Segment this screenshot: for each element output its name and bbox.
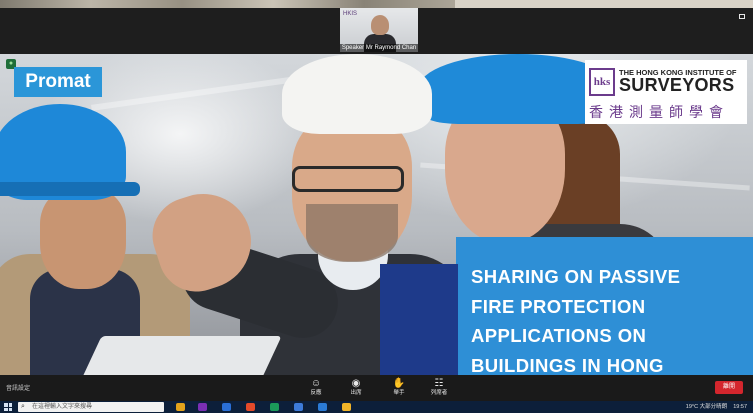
taskbar-app-icon[interactable]: [318, 403, 327, 411]
headline-line: APPLICATIONS ON: [471, 325, 647, 346]
attendance-button[interactable]: ◉ 出席: [341, 378, 371, 400]
zoom-window: HKIS Speaker Mr Raymond Chan ● Promat hk…: [0, 0, 753, 413]
raise-hand-button[interactable]: ✋ 舉手: [384, 378, 414, 400]
taskbar-app-icon[interactable]: [222, 403, 231, 411]
worker-center-glasses: [292, 166, 404, 192]
taskbar-app-icon[interactable]: [246, 403, 255, 411]
audio-settings-button[interactable]: 音訊設定: [6, 383, 30, 392]
headline-line: BUILDINGS IN HONG: [471, 354, 664, 376]
accent-square: [380, 264, 458, 375]
leave-meeting-button[interactable]: 離開: [715, 381, 743, 394]
windows-start-icon[interactable]: [4, 403, 12, 411]
clock: 19:57: [733, 404, 747, 410]
reactions-label: 反應: [310, 390, 322, 396]
reactions-button[interactable]: ☺ 反應: [301, 378, 331, 400]
taskbar-app-icon[interactable]: [294, 403, 303, 411]
headline-line: FIRE PROTECTION: [471, 295, 646, 317]
meeting-toolbar: 音訊設定 ☺ 反應 ◉ 出席 ✋ 舉手 ☷ 列席者 離開: [0, 375, 753, 401]
shared-screen-slide: ● Promat hks THE HONG KONG INSTITUTE OF …: [0, 54, 753, 375]
hkis-name-line2: SURVEYORS: [619, 75, 735, 95]
attendance-icon: ◉: [351, 378, 361, 389]
speaker-name-label: Speaker Mr Raymond Chan: [340, 44, 418, 52]
view-toggle-button[interactable]: [739, 14, 745, 19]
taskbar-app-icon[interactable]: [198, 403, 207, 411]
tablet-device: [78, 336, 282, 375]
hkis-crest-icon: hks: [589, 68, 615, 96]
participants-button[interactable]: ☷ 列席者: [424, 378, 454, 400]
weather-status: 19°C 大部分晴朗: [685, 404, 728, 410]
participants-icon: ☷: [434, 378, 444, 389]
worker-center-beard: [306, 204, 398, 262]
windows-taskbar: ⌕ 在這裡輸入文字來搜尋 19°C 大部分晴朗 19:57: [0, 401, 753, 413]
taskbar-app-icon[interactable]: [342, 403, 351, 411]
worker-left-face: [40, 189, 126, 289]
blurred-edge: [0, 0, 455, 8]
taskbar-search-box[interactable]: ⌕ 在這裡輸入文字來搜尋: [18, 402, 164, 412]
attendance-label: 出席: [350, 390, 362, 396]
top-edge-strip: [0, 0, 753, 8]
raise-hand-icon: ✋: [392, 378, 406, 389]
worker-left-helmet-brim: [0, 182, 140, 196]
taskbar-app-icon[interactable]: [176, 403, 185, 411]
search-icon: ⌕: [21, 403, 25, 410]
speaker-video-tile[interactable]: HKIS Speaker Mr Raymond Chan: [340, 8, 418, 52]
speaker-head: [371, 15, 389, 35]
worker-center-helmet: [282, 54, 432, 134]
participants-label: 列席者: [430, 390, 448, 396]
taskbar-app-icon[interactable]: [270, 403, 279, 411]
headline-line: SHARING ON PASSIVE: [471, 266, 681, 287]
slide-headline: SHARING ON PASSIVE FIRE PROTECTION APPLI…: [471, 262, 751, 375]
grid-view-icon: [739, 14, 745, 19]
search-placeholder: 在這裡輸入文字來搜尋: [32, 404, 93, 410]
system-tray: 19°C 大部分晴朗 19:57: [686, 401, 747, 413]
reaction-icon: ☺: [310, 378, 322, 389]
hkis-name-chinese: 香港測量師學會: [589, 105, 729, 121]
speaker-tile-logo: HKIS: [343, 11, 358, 17]
raise-hand-label: 舉手: [393, 390, 405, 396]
promat-logo: Promat: [14, 67, 102, 97]
hkis-logo: hks THE HONG KONG INSTITUTE OF SURVEYORS…: [585, 60, 747, 124]
